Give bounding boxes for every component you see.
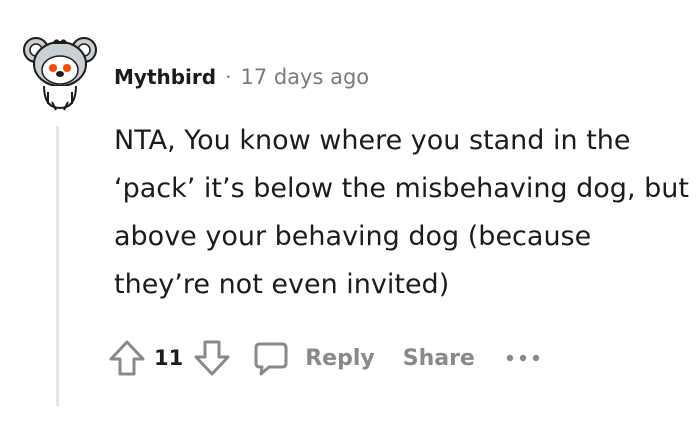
ellipsis-horizontal-icon: [506, 354, 540, 362]
comment-body: NTA, You know where you stand in the ‘pa…: [114, 125, 689, 300]
vote-count: 11: [154, 346, 184, 370]
timestamp[interactable]: 17 days ago: [240, 65, 369, 89]
username-link[interactable]: Mythbird: [114, 65, 216, 89]
reply-label: Reply: [305, 345, 375, 371]
share-button[interactable]: Share: [403, 346, 475, 371]
upvote-button[interactable]: [108, 338, 146, 378]
comment: Mythbird · 17 days ago NTA, You know whe…: [0, 0, 700, 426]
downvote-button[interactable]: [193, 338, 231, 378]
thread-line[interactable]: [56, 126, 59, 406]
snoo-koala-avatar-icon: [23, 37, 97, 111]
comment-actions: 11 Reply Share: [108, 334, 541, 382]
speech-bubble-icon: [254, 342, 288, 376]
more-options-button[interactable]: [505, 348, 541, 368]
reply-button[interactable]: Reply: [251, 338, 375, 378]
meta-separator: ·: [225, 65, 232, 89]
arrow-up-outline-icon: [109, 340, 145, 376]
user-avatar[interactable]: [22, 28, 98, 112]
comment-meta: Mythbird · 17 days ago: [114, 62, 369, 92]
arrow-down-outline-icon: [194, 340, 230, 376]
